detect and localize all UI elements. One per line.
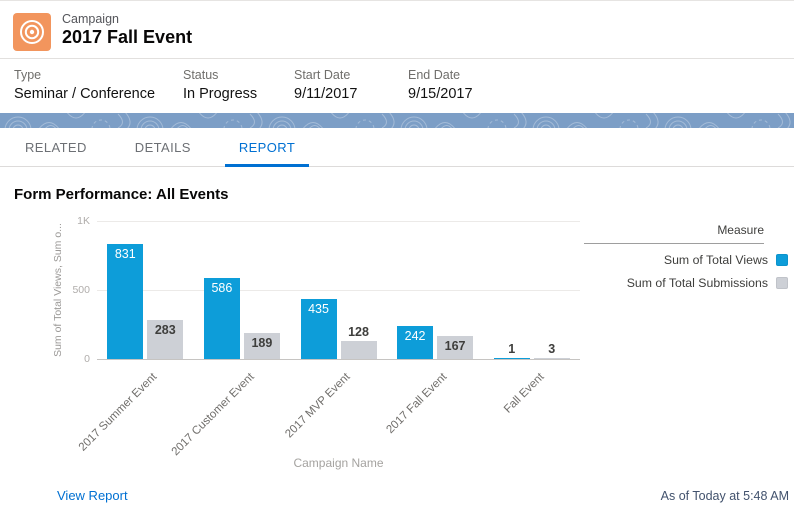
report-title: Form Performance: All Events <box>14 186 229 203</box>
bar-value-label: 189 <box>251 335 273 350</box>
x-category-label: Fall Event <box>501 371 547 416</box>
x-category-label: 2017 MVP Event <box>283 371 353 441</box>
record-type-label: Campaign <box>62 12 119 26</box>
tab-report[interactable]: REPORT <box>224 128 310 167</box>
decorative-texture-band <box>0 113 794 128</box>
field-value: 9/11/2017 <box>294 86 358 102</box>
gridline <box>97 290 580 291</box>
field-status: Status In Progress <box>183 68 257 102</box>
field-value: 9/15/2017 <box>408 86 473 102</box>
as-of-timestamp: As of Today at 5:48 AM <box>660 489 789 503</box>
x-category-label: 2017 Customer Event <box>169 371 257 459</box>
bar-value-label: 1 <box>508 342 516 356</box>
x-category-label: 2017 Fall Event <box>384 371 450 436</box>
bar-sum-of-total-views[interactable] <box>493 358 530 359</box>
chart-legend: Measure Sum of Total Views Sum of Total Su… <box>584 223 790 290</box>
bar-value-label: 242 <box>404 328 426 343</box>
bar-sum-of-total-submissions[interactable] <box>533 358 570 359</box>
legend-label: Sum of Total Views <box>663 253 768 267</box>
bar-value-label: 167 <box>444 339 466 353</box>
campaign-record-page: Campaign 2017 Fall Event Type Seminar / … <box>0 0 794 508</box>
legend-swatch <box>776 254 788 266</box>
field-start-date: Start Date 9/11/2017 <box>294 68 357 102</box>
field-value: Seminar / Conference <box>14 86 156 102</box>
page-title: 2017 Fall Event <box>62 27 193 47</box>
tab-details[interactable]: DETAILS <box>121 128 205 166</box>
record-tabs: RELATED DETAILS REPORT <box>0 128 794 167</box>
legend-title: Measure <box>584 223 764 244</box>
legend-swatch <box>776 277 788 289</box>
bar-value-label: 128 <box>348 325 369 340</box>
legend-item-sum-of-total-views[interactable]: Sum of Total Views <box>584 253 790 267</box>
bar-value-label: 831 <box>114 247 136 262</box>
bar-sum-of-total-submissions[interactable] <box>340 341 377 359</box>
gridline <box>97 221 580 222</box>
bar-value-label: 435 <box>308 302 329 316</box>
field-label: Status <box>183 68 219 82</box>
campaign-bullseye-icon <box>13 13 51 51</box>
highlights-panel: Type Seminar / Conference Status In Prog… <box>0 59 794 113</box>
record-header: Campaign 2017 Fall Event <box>0 1 794 59</box>
bar-value-label: 283 <box>154 322 176 337</box>
bar-value-label: 586 <box>211 281 233 296</box>
y-axis-title: Sum of Total Views, Sum o... <box>52 223 64 357</box>
bar-value-label: 3 <box>548 342 556 356</box>
field-type: Type Seminar / Conference <box>14 68 155 102</box>
field-label: Type <box>14 68 42 82</box>
view-report-link[interactable]: View Report <box>57 488 128 503</box>
legend-label: Sum of Total Submissions <box>626 276 768 290</box>
field-label: Start Date <box>294 68 351 82</box>
x-category-label: 2017 Summer Event <box>77 371 160 454</box>
tab-related[interactable]: RELATED <box>11 128 101 166</box>
bar-sum-of-total-views[interactable] <box>107 244 144 359</box>
field-value: In Progress <box>183 86 258 102</box>
bar-chart: 0 500 1K Sum of Total Views, Sum o... 831 283… <box>0 211 794 473</box>
x-axis-line <box>97 359 580 360</box>
x-axis-title: Campaign Name <box>293 456 384 470</box>
field-label: End Date <box>408 68 461 82</box>
legend-item-sum-of-total-submissions[interactable]: Sum of Total Submissions <box>584 276 790 290</box>
field-end-date: End Date 9/15/2017 <box>408 68 473 102</box>
